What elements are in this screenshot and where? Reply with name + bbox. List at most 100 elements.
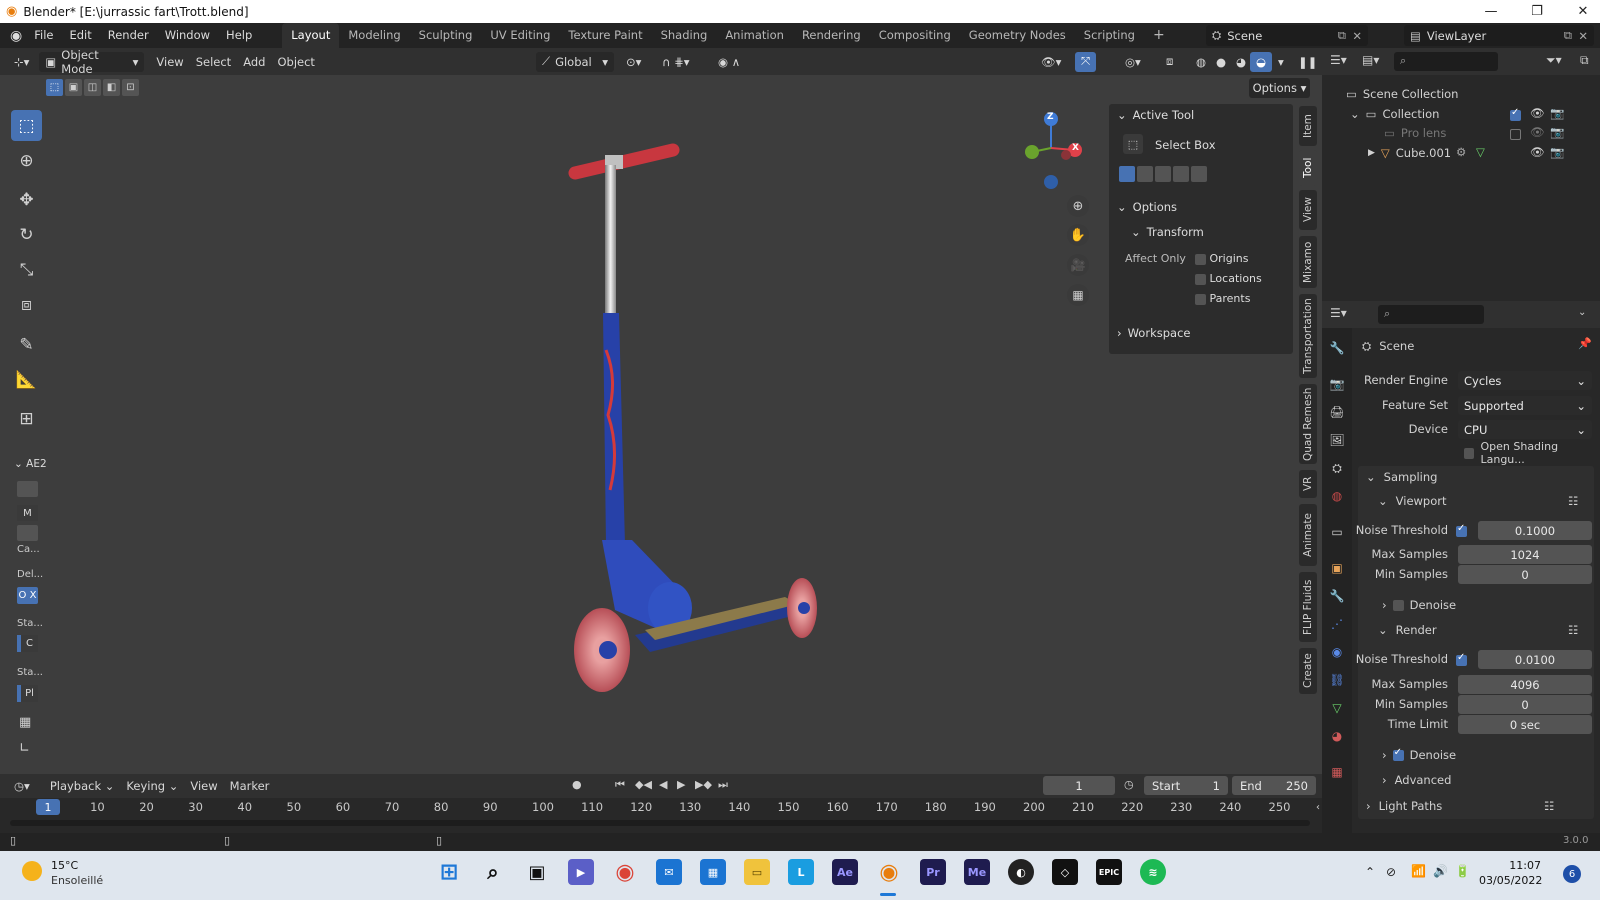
wireframe-shading-icon[interactable]: ◍ bbox=[1190, 52, 1212, 72]
addon-button-c[interactable]: C bbox=[17, 635, 38, 652]
options-button[interactable]: Options ▾ bbox=[1249, 78, 1310, 98]
start-frame-field[interactable]: Start 1 bbox=[1144, 776, 1228, 795]
modifier-tab-icon[interactable]: 🔧 bbox=[1329, 588, 1345, 604]
addon-axis-icon[interactable]: ∟ bbox=[19, 741, 30, 756]
cursor-tool-icon[interactable]: ⊕ bbox=[11, 145, 42, 176]
render-noise-checkbox[interactable] bbox=[1456, 652, 1467, 666]
pivot-icon[interactable]: ⊙▾ bbox=[620, 52, 647, 72]
render-noise-field[interactable]: 0.0100 bbox=[1478, 650, 1592, 669]
media-encoder-icon[interactable]: Me bbox=[964, 859, 990, 885]
addon-button-m[interactable]: M bbox=[17, 505, 38, 521]
menu-select[interactable]: Select bbox=[190, 52, 237, 72]
visibility-icon[interactable]: 👁▾ bbox=[1035, 52, 1067, 72]
transform-tool-icon[interactable]: ⧈ bbox=[11, 289, 42, 320]
render-subpanel-header[interactable]: ⌄ Render ☷ bbox=[1378, 620, 1588, 640]
camera-view-icon[interactable]: 🎥 bbox=[1067, 254, 1089, 276]
particles-tab-icon[interactable]: ⋰ bbox=[1329, 616, 1345, 632]
osl-checkbox[interactable]: Open Shading Langu... bbox=[1464, 440, 1600, 466]
volume-icon[interactable]: 🔊 bbox=[1433, 864, 1448, 878]
scene-selector[interactable]: ⛭ Scene ⧉ ✕ bbox=[1206, 25, 1368, 46]
notification-badge[interactable]: 6 bbox=[1563, 865, 1581, 883]
material-shading-icon[interactable]: ◕ bbox=[1230, 52, 1252, 72]
tab-scripting[interactable]: Scripting bbox=[1075, 23, 1144, 48]
perspective-toggle-icon[interactable]: ▦ bbox=[1067, 284, 1089, 306]
clock-date[interactable]: 03/05/2022 bbox=[1479, 874, 1542, 887]
addon-section-header[interactable]: ⌄ AE2 bbox=[14, 458, 47, 470]
mode-invert-icon[interactable] bbox=[1173, 166, 1189, 182]
pin-icon[interactable]: 📌 bbox=[1578, 337, 1592, 350]
collection-tab-icon[interactable]: ▭ bbox=[1329, 524, 1345, 540]
keying-menu[interactable]: Keying ⌄ bbox=[120, 776, 184, 796]
tab-uv-editing[interactable]: UV Editing bbox=[481, 23, 559, 48]
new-scene-icon[interactable]: ⧉ bbox=[1338, 28, 1346, 43]
start-windows-icon[interactable]: ⊞ bbox=[436, 859, 462, 885]
select-box-tool-icon[interactable]: ⬚ bbox=[11, 110, 42, 141]
addon-button-blank-2[interactable] bbox=[17, 525, 38, 541]
menu-view[interactable]: View bbox=[150, 52, 189, 72]
properties-editor-icon[interactable]: ☰▾ bbox=[1330, 306, 1347, 320]
mode-dropdown[interactable]: ▣ Object Mode ▾ bbox=[39, 48, 145, 76]
minimize-button[interactable]: — bbox=[1468, 0, 1514, 23]
record-icon[interactable]: ● bbox=[572, 778, 582, 791]
render-min-field[interactable]: 0 bbox=[1458, 695, 1592, 714]
light-paths-presets-icon[interactable]: ☷ bbox=[1544, 799, 1554, 813]
tab-animation[interactable]: Animation bbox=[716, 23, 793, 48]
annotate-tool-icon[interactable]: ✎ bbox=[11, 329, 42, 360]
close-button[interactable]: ✕ bbox=[1560, 0, 1600, 23]
measure-tool-icon[interactable]: 📐 bbox=[11, 364, 42, 395]
render-presets-icon[interactable]: ☷ bbox=[1568, 623, 1578, 637]
current-frame-field[interactable]: 1 bbox=[1043, 776, 1115, 795]
menu-add[interactable]: Add bbox=[237, 52, 271, 72]
playback-menu[interactable]: Playback ⌄ bbox=[44, 776, 121, 796]
tab-compositing[interactable]: Compositing bbox=[870, 23, 960, 48]
time-limit-field[interactable]: 0 sec bbox=[1458, 715, 1592, 734]
end-frame-field[interactable]: End 250 bbox=[1232, 776, 1316, 795]
active-tool-header[interactable]: ⌄ Active Tool bbox=[1109, 104, 1293, 126]
filter-icon[interactable]: ⏷▾ bbox=[1546, 53, 1562, 68]
spotify-icon[interactable]: ≋ bbox=[1140, 859, 1166, 885]
cube-render-icon[interactable]: 📷 bbox=[1550, 145, 1564, 159]
tray-chevron-icon[interactable]: ⌃ bbox=[1365, 865, 1375, 879]
properties-search-input[interactable]: ⌕ bbox=[1378, 305, 1484, 324]
weather-temperature[interactable]: 15°C bbox=[51, 859, 78, 872]
battery-icon[interactable]: 🔋 bbox=[1455, 864, 1470, 878]
app-l-icon[interactable]: L bbox=[788, 859, 814, 885]
menu-object[interactable]: Object bbox=[271, 52, 320, 72]
scooter-model[interactable] bbox=[540, 130, 860, 710]
select-mode-buttons[interactable]: ⬚ ▣ ◫ ◧ ⊡ bbox=[46, 79, 139, 96]
outliner-item-pro-lens[interactable]: ▭ Pro lens 👁 📷 bbox=[1384, 123, 1596, 143]
tab-item[interactable]: Item bbox=[1299, 106, 1317, 146]
network-status-icon[interactable]: ⊘ bbox=[1386, 865, 1396, 879]
render-engine-dropdown[interactable]: Cycles ⌄ bbox=[1458, 371, 1592, 390]
chrome-icon[interactable]: ◉ bbox=[612, 859, 638, 885]
blender-menu-icon[interactable]: ◉ bbox=[10, 28, 22, 44]
tab-shading[interactable]: Shading bbox=[652, 23, 717, 48]
rotate-tool-icon[interactable]: ↻ bbox=[11, 219, 42, 250]
move-tool-icon[interactable]: ✥ bbox=[11, 184, 42, 215]
texture-tab-icon[interactable]: ▦ bbox=[1329, 764, 1345, 780]
delete-scene-icon[interactable]: ✕ bbox=[1352, 29, 1362, 43]
viewport-min-field[interactable]: 0 bbox=[1458, 565, 1592, 584]
tab-view[interactable]: View bbox=[1299, 190, 1317, 230]
tool-select-modes[interactable] bbox=[1119, 166, 1207, 182]
tab-vr[interactable]: VR bbox=[1299, 470, 1317, 498]
tab-sculpting[interactable]: Sculpting bbox=[410, 23, 482, 48]
pause-render-icon[interactable]: ❚❚ bbox=[1292, 52, 1323, 72]
render-max-field[interactable]: 4096 bbox=[1458, 675, 1592, 694]
weather-description[interactable]: Ensoleillé bbox=[51, 874, 103, 887]
addon-button-pl[interactable]: Pl bbox=[17, 685, 38, 702]
view-layer-selector[interactable]: ▤ ViewLayer ⧉ ✕ bbox=[1404, 25, 1594, 46]
collection-row[interactable]: ⌄ ▭ Collection 👁 📷 bbox=[1350, 104, 1596, 124]
tab-geometry-nodes[interactable]: Geometry Nodes bbox=[960, 23, 1075, 48]
snap-icon[interactable]: ∩ ⋕▾ bbox=[656, 52, 695, 72]
render-tab-icon[interactable]: 📷 bbox=[1329, 376, 1345, 392]
transform-header[interactable]: ⌄ Transform bbox=[1109, 221, 1293, 243]
search-taskbar-icon[interactable]: ⌕ bbox=[480, 859, 506, 885]
add-workspace-button[interactable]: + bbox=[1144, 23, 1174, 48]
tab-create[interactable]: Create bbox=[1299, 648, 1317, 694]
workspace-header[interactable]: › Workspace bbox=[1109, 322, 1293, 344]
play-reverse-icon[interactable]: ◀ bbox=[659, 778, 667, 791]
zoom-icon[interactable]: ⊕ bbox=[1067, 195, 1089, 217]
object-tab-icon[interactable]: ▣ bbox=[1329, 560, 1345, 576]
display-mode-icon[interactable]: ▤▾ bbox=[1362, 53, 1379, 67]
